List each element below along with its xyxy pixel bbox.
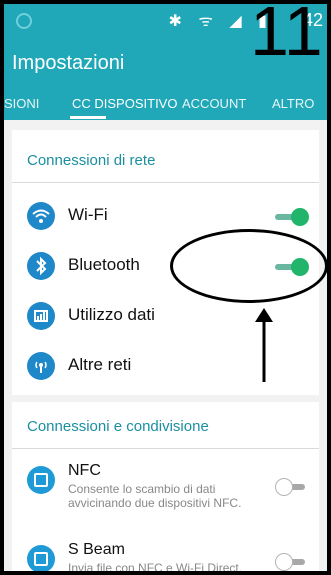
arrow-up-icon <box>255 308 273 382</box>
other-networks-icon <box>27 352 55 380</box>
wifi-toggle[interactable] <box>275 208 311 226</box>
row-label: Altre reti <box>68 355 132 374</box>
wifi-icon <box>27 202 55 230</box>
tab-device[interactable]: CC DISPOSITIVO <box>72 96 177 111</box>
row-s-beam[interactable]: S Beam Invia file con NFC e Wi-Fi Direct… <box>12 539 319 575</box>
row-subtitle: Invia file con NFC e Wi-Fi Direct. <box>68 561 243 575</box>
nfc-icon <box>27 466 55 494</box>
notification-icon <box>16 13 32 29</box>
divider <box>12 448 319 449</box>
s-beam-icon <box>27 545 55 571</box>
row-label: NFC <box>68 462 101 479</box>
row-label: Bluetooth <box>68 255 140 274</box>
screen-frame: ✱ ᯤ ◢ ▮ 42 Impostazioni SIONI CC DISPOSI… <box>0 0 331 575</box>
active-tab-indicator <box>70 116 106 119</box>
row-nfc[interactable]: NFC Consente lo scambio di dati avvicina… <box>12 456 319 516</box>
tab-connections[interactable]: SIONI <box>4 96 39 111</box>
data-usage-icon <box>27 302 55 330</box>
s-beam-toggle[interactable] <box>275 553 311 571</box>
section-title: Connessioni di rete <box>27 152 156 169</box>
tab-account[interactable]: ACCOUNT <box>182 96 246 111</box>
connections-sharing-card: Connessioni e condivisione NFC Consente … <box>12 402 319 575</box>
page-title: Impostazioni <box>12 52 125 74</box>
row-label: S Beam <box>68 541 125 558</box>
row-label: Utilizzo dati <box>68 305 155 324</box>
row-subtitle: Consente lo scambio di dati avvicinando … <box>68 482 242 510</box>
tab-bar: SIONI CC DISPOSITIVO ACCOUNT ALTRO <box>4 90 327 120</box>
section-title: Connessioni e condivisione <box>27 418 209 435</box>
bluetooth-icon <box>27 252 55 280</box>
step-number-annotation: 11 <box>250 0 323 70</box>
row-label: Wi-Fi <box>68 205 108 224</box>
tab-other[interactable]: ALTRO <box>272 96 314 111</box>
highlight-ellipse <box>170 229 327 303</box>
divider <box>12 182 319 183</box>
nfc-toggle[interactable] <box>275 478 311 496</box>
